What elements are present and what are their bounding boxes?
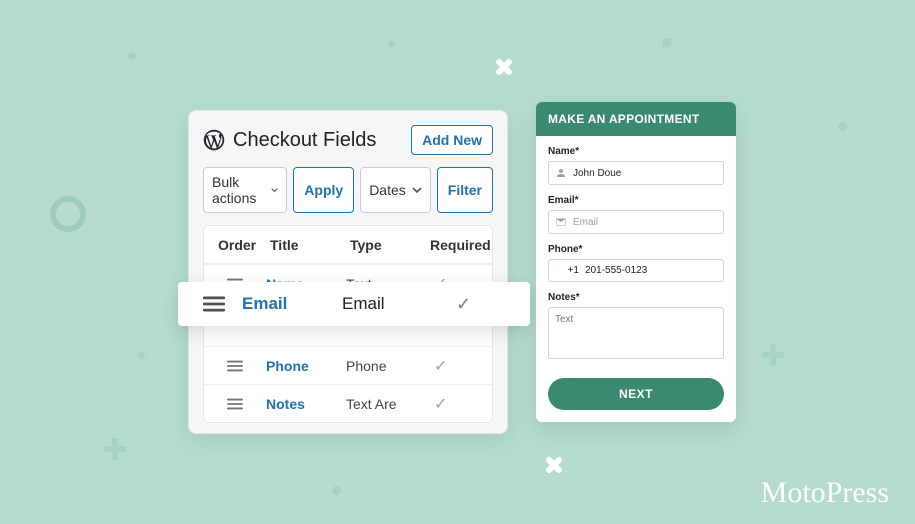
row-title-link[interactable]: Notes (260, 396, 340, 412)
next-button[interactable]: NEXT (548, 378, 724, 410)
decoration-dot (332, 486, 341, 495)
notes-label: Notes* (548, 292, 724, 303)
filter-button[interactable]: Filter (437, 167, 493, 213)
form-header: MAKE AN APPOINTMENT (536, 102, 736, 136)
wordpress-icon (203, 129, 225, 151)
email-label: Email* (548, 195, 724, 206)
apply-button[interactable]: Apply (293, 167, 354, 213)
form-body: Name* Email* Phone* +1 Notes* (536, 136, 736, 378)
notes-textarea[interactable] (548, 307, 724, 359)
drag-handle-icon[interactable] (204, 359, 260, 373)
col-type: Type (344, 237, 424, 253)
drag-handle-icon[interactable] (204, 397, 260, 411)
table-header: Order Title Type Required (204, 226, 492, 264)
user-icon (555, 167, 567, 179)
brand-logo: MotoPress (761, 476, 889, 510)
row-title-link[interactable]: Email (242, 294, 342, 314)
name-field[interactable] (548, 161, 724, 185)
col-order: Order (208, 237, 264, 253)
toolbar: Bulk actions Apply Dates Filter (203, 167, 493, 213)
page-title: Checkout Fields (233, 129, 403, 152)
phone-label: Phone* (548, 244, 724, 255)
name-input[interactable] (573, 168, 717, 179)
bulk-actions-select[interactable]: Bulk actions (203, 167, 287, 213)
row-type: Phone (340, 358, 420, 374)
table-row[interactable]: Phone Phone ✓ (204, 346, 492, 384)
drag-handle-icon[interactable] (186, 295, 242, 313)
name-label: Name* (548, 146, 724, 157)
phone-prefix: +1 (568, 265, 579, 276)
check-icon: ✓ (420, 356, 486, 376)
highlighted-row[interactable]: Email Email ✓ (178, 282, 530, 326)
decoration-dot (128, 52, 136, 60)
col-required: Required (424, 237, 490, 253)
decoration-dot (138, 352, 145, 359)
col-title: Title (264, 237, 344, 253)
check-icon: ✓ (420, 394, 486, 414)
decoration-dot (50, 196, 86, 232)
phone-field[interactable]: +1 (548, 259, 724, 282)
bulk-actions-label: Bulk actions (212, 174, 265, 206)
decoration-dot (388, 40, 395, 47)
admin-panel: Checkout Fields Add New Bulk actions App… (188, 110, 508, 434)
envelope-icon (555, 216, 567, 228)
chevron-down-icon (271, 185, 278, 195)
chevron-down-icon (412, 185, 422, 195)
dates-label: Dates (369, 182, 406, 198)
check-icon: ✓ (442, 294, 512, 315)
admin-header: Checkout Fields Add New (203, 125, 493, 155)
row-type: Email (342, 294, 442, 314)
email-field[interactable] (548, 210, 724, 234)
decoration-dot (662, 38, 672, 48)
row-title-link[interactable]: Phone (260, 358, 340, 374)
email-input[interactable] (573, 217, 717, 228)
decoration-dot (838, 122, 847, 131)
appointment-form: MAKE AN APPOINTMENT Name* Email* Phone* … (536, 102, 736, 422)
row-type: Text Are (340, 396, 420, 412)
add-new-button[interactable]: Add New (411, 125, 493, 155)
table-row[interactable]: Notes Text Are ✓ (204, 384, 492, 422)
dates-select[interactable]: Dates (360, 167, 431, 213)
phone-input[interactable] (585, 265, 717, 276)
